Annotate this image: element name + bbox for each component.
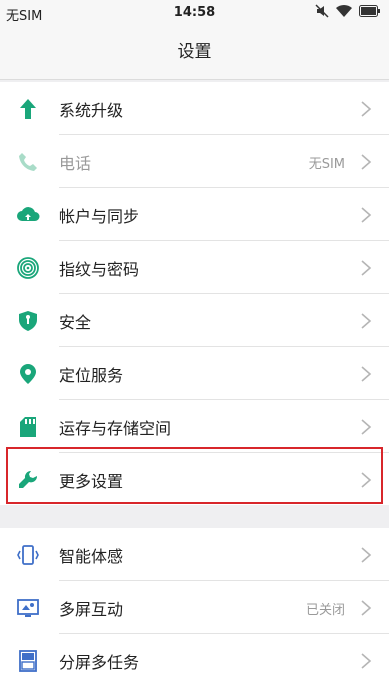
settings-item-location[interactable]: 定位服务: [0, 347, 389, 400]
settings-item-label: 电话: [59, 154, 92, 173]
highlight-box: [6, 447, 383, 504]
settings-group-main: 系统升级 电话 无SIM 帐户与同步 指纹与密码 安全 定位服务 运存与存储空间…: [0, 82, 389, 505]
page-header: 设置: [0, 28, 389, 80]
settings-item-label: 多屏互动: [59, 600, 124, 619]
settings-item-system-update[interactable]: 系统升级: [0, 82, 389, 135]
screen-cast-icon: [16, 596, 40, 620]
settings-group-smart: 智能体感 多屏互动 已关闭 分屏多任务: [0, 528, 389, 696]
fingerprint-icon: [16, 256, 40, 280]
settings-item-label: 运存与存储空间: [59, 419, 172, 438]
settings-item-label: 指纹与密码: [59, 260, 140, 279]
settings-item-label: 帐户与同步: [59, 207, 140, 226]
chevron-right-icon: [361, 547, 372, 563]
settings-item-account-sync[interactable]: 帐户与同步: [0, 188, 389, 241]
chevron-right-icon: [361, 366, 372, 382]
settings-item-multi-screen[interactable]: 多屏互动 已关闭: [0, 581, 389, 634]
settings-item-label: 分屏多任务: [59, 653, 140, 672]
status-icons: [315, 4, 381, 18]
phone-icon: [16, 150, 40, 174]
chevron-right-icon: [361, 600, 372, 616]
settings-item-label: 智能体感: [59, 547, 124, 566]
chevron-right-icon: [361, 313, 372, 329]
settings-item-value: 无SIM: [308, 157, 345, 172]
settings-item-value: 已关闭: [305, 603, 345, 618]
settings-item-label: 定位服务: [59, 366, 124, 385]
chevron-right-icon: [361, 260, 372, 276]
chevron-right-icon: [361, 653, 372, 669]
settings-item-security[interactable]: 安全: [0, 294, 389, 347]
settings-item-label: 安全: [59, 313, 92, 332]
settings-item-split-screen[interactable]: 分屏多任务: [0, 634, 389, 687]
settings-item-fingerprint-password[interactable]: 指纹与密码: [0, 241, 389, 294]
location-pin-icon: [16, 362, 40, 386]
chevron-right-icon: [361, 101, 372, 117]
chevron-right-icon: [361, 154, 372, 170]
status-bar: 无SIM 14:58: [0, 0, 389, 28]
battery-icon: [359, 5, 380, 17]
chevron-right-icon: [361, 207, 372, 223]
cloud-sync-icon: [16, 203, 40, 227]
shield-icon: [16, 309, 40, 333]
wifi-icon: [336, 4, 352, 17]
mute-icon: [315, 4, 329, 18]
sd-card-icon: [16, 415, 40, 439]
settings-item-smart-motion[interactable]: 智能体感: [0, 528, 389, 581]
settings-item-label: 系统升级: [59, 101, 124, 120]
arrow-up-icon: [16, 97, 40, 121]
motion-gesture-icon: [16, 543, 40, 567]
settings-item-memory-storage[interactable]: 运存与存储空间: [0, 400, 389, 453]
page-title: 设置: [177, 42, 212, 62]
settings-item-phone[interactable]: 电话 无SIM: [0, 135, 389, 188]
chevron-right-icon: [361, 419, 372, 435]
split-screen-icon: [16, 649, 40, 673]
